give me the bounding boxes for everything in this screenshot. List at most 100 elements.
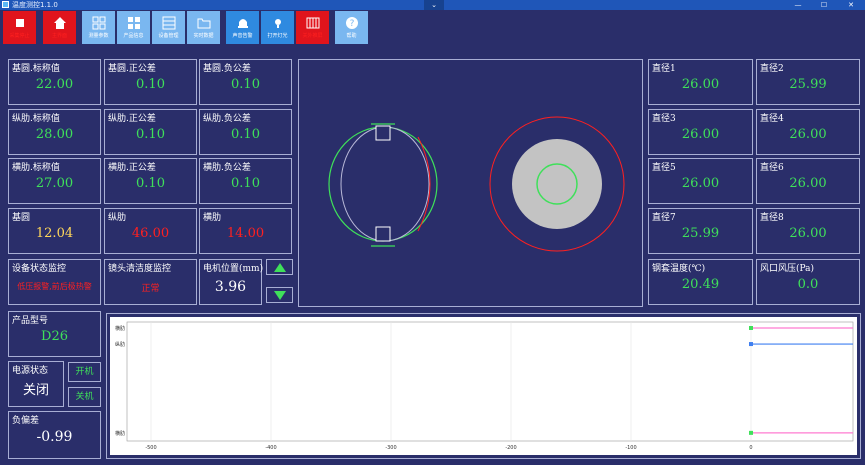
product-model-value: D26	[41, 329, 68, 344]
diameter-3-label: 直径3	[652, 114, 676, 124]
trans-nominal-value: 27.00	[35, 176, 74, 191]
params-label: 测量参数	[88, 33, 109, 39]
stop-icon	[15, 19, 24, 27]
long-minus-card: 纵肋.负公差 0.10	[199, 109, 292, 155]
trend-chart-panel: -500 -400 -300 -200 -100 0 横肋 纵肋 横肋	[106, 313, 861, 459]
motor-position-value: 3.96	[214, 279, 247, 295]
negative-deviation-value: -0.99	[36, 429, 73, 445]
device-status-card: 设备状态监控 低压报警,前后极热警	[8, 259, 101, 305]
diameter-5-label: 直径5	[652, 163, 676, 173]
x-tick-label: -200	[505, 445, 516, 451]
diameter-8-label: 直径8	[760, 213, 784, 223]
diameter-1-value: 26.00	[681, 77, 720, 92]
diameter-7-label: 直径7	[652, 213, 676, 223]
product-model-card: 产品型号 D26	[8, 311, 101, 357]
long-minus-label: 纵肋.负公差	[203, 114, 251, 124]
power-off-button[interactable]: 关机	[68, 387, 101, 407]
x-tick-label: -300	[385, 445, 396, 451]
window-title: 温度测控1.1.0	[12, 1, 58, 9]
base-measured-card: 基圆 12.04	[8, 208, 101, 254]
series-start-marker	[749, 430, 753, 435]
base-nominal-value: 22.00	[35, 77, 74, 92]
toolbar: 采集停止 主界面 测量参数 产品信息 设备管理 实时数据 声音告警 打开灯光 关…	[0, 10, 865, 46]
motor-position-label: 电机位置(mm)	[203, 264, 264, 274]
device-status-value: 低压报警,前后极热警	[17, 282, 92, 291]
params-button[interactable]: 测量参数	[82, 11, 115, 44]
profile-graphic	[328, 116, 625, 252]
diameter-3-value: 26.00	[681, 127, 720, 142]
diameter-6-label: 直径6	[760, 163, 784, 173]
home-button[interactable]: 主界面	[43, 11, 76, 44]
help-button[interactable]: ? 帮助	[335, 11, 368, 44]
motor-position-card: 电机位置(mm) 3.96	[199, 259, 264, 305]
wind-pressure-value: 0.0	[797, 277, 819, 292]
close-button[interactable]: ✕	[838, 0, 864, 10]
x-tick-label: -500	[145, 445, 156, 451]
long-nominal-label: 纵肋.标称值	[12, 114, 60, 124]
sleeve-temperature-label: 钢套温度(℃)	[652, 264, 706, 274]
base-nominal-label: 基圆.标称值	[12, 64, 60, 74]
diameter-6-card: 直径6 26.00	[756, 158, 860, 204]
diameter-8-value: 26.00	[789, 226, 827, 241]
maximize-button[interactable]: ☐	[811, 0, 837, 10]
bell-icon	[237, 19, 248, 28]
stop-label: 采集停止	[9, 33, 30, 39]
diameter-7-card: 直径7 25.99	[648, 208, 753, 254]
motor-up-button[interactable]	[266, 259, 293, 275]
diameter-2-value: 25.99	[789, 77, 827, 92]
trans-measured-card: 横肋 14.00	[199, 208, 292, 254]
trend-chart: -500 -400 -300 -200 -100 0 横肋纵肋横肋	[110, 317, 857, 455]
device-status-label: 设备状态监控	[12, 264, 67, 274]
power-status-label: 电源状态	[12, 366, 49, 376]
sleeve-temperature-value: 20.49	[681, 277, 720, 292]
inner-profile-ellipse	[340, 126, 430, 242]
diameter-5-value: 26.00	[681, 176, 720, 191]
diameter-1-label: 直径1	[652, 64, 676, 74]
trans-measured-value: 14.00	[226, 226, 265, 241]
negative-deviation-label: 负偏差	[12, 416, 40, 426]
light-button[interactable]: 打开灯光	[261, 11, 294, 44]
grid-icon	[92, 16, 105, 30]
realtime-data-label: 实时数据	[193, 33, 214, 39]
motor-down-button[interactable]	[266, 287, 293, 303]
device-manage-label: 设备管理	[158, 33, 179, 39]
stop-acquisition-button[interactable]: 采集停止	[3, 11, 36, 44]
x-tick-label: 0	[749, 445, 752, 451]
sound-alarm-button[interactable]: 声音告警	[226, 11, 259, 44]
long-plus-card: 纵肋.正公差 0.10	[104, 109, 197, 155]
triangle-up-icon	[273, 263, 286, 272]
matrix-icon	[306, 17, 319, 29]
help-icon: ?	[345, 17, 358, 29]
lens-status-card: 镜头清洁度监控 正常	[104, 259, 197, 305]
product-info-button[interactable]: 产品信息	[117, 11, 150, 44]
trans-plus-value: 0.10	[136, 176, 165, 191]
home-label: 主界面	[51, 33, 67, 39]
bulb-icon	[274, 19, 281, 28]
series-start-marker	[749, 342, 753, 347]
table-icon	[162, 16, 175, 30]
trans-plus-card: 横肋.正公差 0.10	[104, 158, 197, 204]
diameter-2-card: 直径2 25.99	[756, 59, 860, 105]
shutdown-screen-button[interactable]: 关外推屏	[296, 11, 329, 44]
minimize-button[interactable]: —	[785, 0, 811, 10]
product-info-label: 产品信息	[123, 33, 144, 39]
device-manage-button[interactable]: 设备管理	[152, 11, 185, 44]
wind-pressure-label: 风口风压(Pa)	[760, 264, 815, 274]
y-tick-label: 纵肋	[115, 341, 125, 348]
base-plus-value: 0.10	[136, 77, 165, 92]
title-bar: 温度测控1.1.0 ⌄ — ☐ ✕	[0, 0, 865, 10]
triangle-down-icon	[273, 291, 286, 300]
diameter-8-card: 直径8 26.00	[756, 208, 860, 254]
base-plus-label: 基圆.正公差	[108, 64, 156, 74]
long-plus-label: 纵肋.正公差	[108, 114, 156, 124]
lens-status-label: 镜头清洁度监控	[108, 264, 172, 274]
power-on-button[interactable]: 开机	[68, 362, 101, 382]
sleeve-disk	[512, 139, 602, 229]
trans-nominal-card: 横肋.标称值 27.00	[8, 158, 101, 204]
realtime-data-button[interactable]: 实时数据	[187, 11, 220, 44]
base-measured-value: 12.04	[35, 226, 74, 241]
x-tick-label: -400	[265, 445, 276, 451]
power-status-value: 关闭	[22, 383, 49, 398]
diameter-5-card: 直径5 26.00	[648, 158, 753, 204]
collapse-button[interactable]: ⌄	[424, 0, 444, 10]
